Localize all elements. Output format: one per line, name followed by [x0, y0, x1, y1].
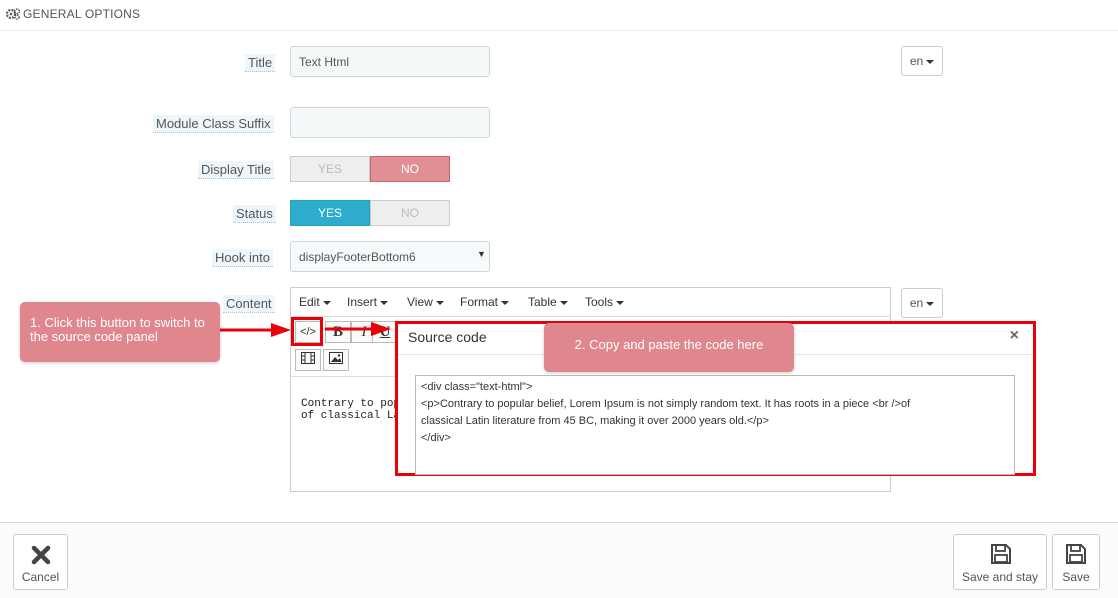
- menu-format[interactable]: Format: [460, 295, 510, 309]
- menu-view[interactable]: View: [407, 295, 444, 309]
- display-title-label: Display Title: [198, 161, 275, 179]
- hook-into-value: displayFooterBottom6: [299, 250, 416, 264]
- panel-header: GENERAL OPTIONS: [0, 0, 1118, 31]
- content-label: Content: [223, 295, 275, 313]
- module-class-suffix-input[interactable]: [290, 107, 490, 138]
- caret-down-icon: [926, 301, 935, 306]
- select-arrow-icon: ▼: [477, 249, 486, 259]
- hook-into-label: Hook into: [212, 249, 273, 267]
- instruction-arrows: [220, 322, 391, 337]
- code-line-4: </div>: [421, 432, 451, 444]
- status-yes-toggle[interactable]: YES: [290, 200, 370, 226]
- hook-into-select[interactable]: displayFooterBottom6 ▼: [290, 241, 490, 272]
- menu-insert-label: Insert: [347, 295, 378, 309]
- caret-down-icon: [435, 300, 444, 305]
- image-icon: [329, 352, 343, 364]
- menu-table-label: Table: [528, 295, 557, 309]
- content-language-dropdown[interactable]: en: [901, 288, 943, 318]
- status-no-toggle[interactable]: NO: [370, 200, 450, 226]
- step2-callout-text: 2. Copy and paste the code here: [574, 337, 764, 352]
- code-line-3: classical Latin literature from 45 BC, m…: [421, 415, 769, 427]
- code-line-1: <div class="text-html">: [421, 381, 533, 393]
- code-line-2: <p>Contrary to popular belief, Lorem Ips…: [421, 398, 911, 410]
- form-footer: [0, 522, 1118, 598]
- floppy-icon: [991, 544, 1011, 564]
- cancel-label: Cancel: [21, 570, 60, 584]
- editor-menubar: Edit Insert View Format Table Tools: [291, 288, 890, 317]
- step2-callout: 2. Copy and paste the code here: [544, 323, 794, 372]
- display-title-yes-toggle[interactable]: YES: [290, 156, 370, 182]
- source-code-textarea[interactable]: <div class="text-html"> <p>Contrary to p…: [415, 375, 1015, 475]
- source-code-dialog-title: Source code: [408, 329, 487, 345]
- caret-down-icon: [616, 300, 625, 305]
- module-class-suffix-label: Module Class Suffix: [153, 115, 274, 133]
- caret-down-icon: [559, 300, 568, 305]
- caret-down-icon: [926, 59, 935, 64]
- display-title-no-toggle[interactable]: NO: [370, 156, 450, 182]
- save-button[interactable]: Save: [1052, 534, 1100, 590]
- title-language-value: en: [909, 54, 924, 68]
- save-label: Save: [1062, 570, 1090, 584]
- close-icon: [31, 545, 51, 565]
- title-language-dropdown[interactable]: en: [901, 46, 943, 76]
- caret-down-icon: [380, 300, 389, 305]
- media-button[interactable]: [295, 349, 321, 371]
- film-icon: [301, 352, 315, 364]
- menu-tools-label: Tools: [585, 295, 614, 309]
- title-input[interactable]: Text Html: [290, 46, 490, 77]
- title-input-value: Text Html: [299, 55, 350, 69]
- save-and-stay-button[interactable]: Save and stay: [953, 534, 1047, 590]
- cogs-icon: [5, 8, 21, 20]
- step1-callout-text: 1. Click this button to switch to the so…: [30, 315, 205, 344]
- close-icon[interactable]: ×: [1010, 327, 1019, 345]
- status-label: Status: [233, 205, 276, 223]
- menu-edit-label: Edit: [299, 295, 320, 309]
- image-button[interactable]: [323, 349, 349, 371]
- cancel-button[interactable]: Cancel: [13, 534, 68, 590]
- title-label: Title: [245, 54, 276, 72]
- save-and-stay-label: Save and stay: [961, 570, 1039, 584]
- menu-edit[interactable]: Edit: [299, 295, 331, 309]
- arrow-2-head: [371, 322, 391, 336]
- arrow-1-head: [271, 323, 291, 337]
- menu-insert[interactable]: Insert: [347, 295, 389, 309]
- floppy-icon: [1066, 544, 1086, 564]
- content-language-value: en: [909, 296, 924, 310]
- panel-title: GENERAL OPTIONS: [5, 7, 140, 21]
- menu-table[interactable]: Table: [528, 295, 568, 309]
- menu-format-label: Format: [460, 295, 499, 309]
- caret-down-icon: [501, 300, 510, 305]
- step1-callout: 1. Click this button to switch to the so…: [20, 302, 220, 362]
- caret-down-icon: [322, 300, 331, 305]
- menu-view-label: View: [407, 295, 433, 309]
- menu-tools[interactable]: Tools: [585, 295, 625, 309]
